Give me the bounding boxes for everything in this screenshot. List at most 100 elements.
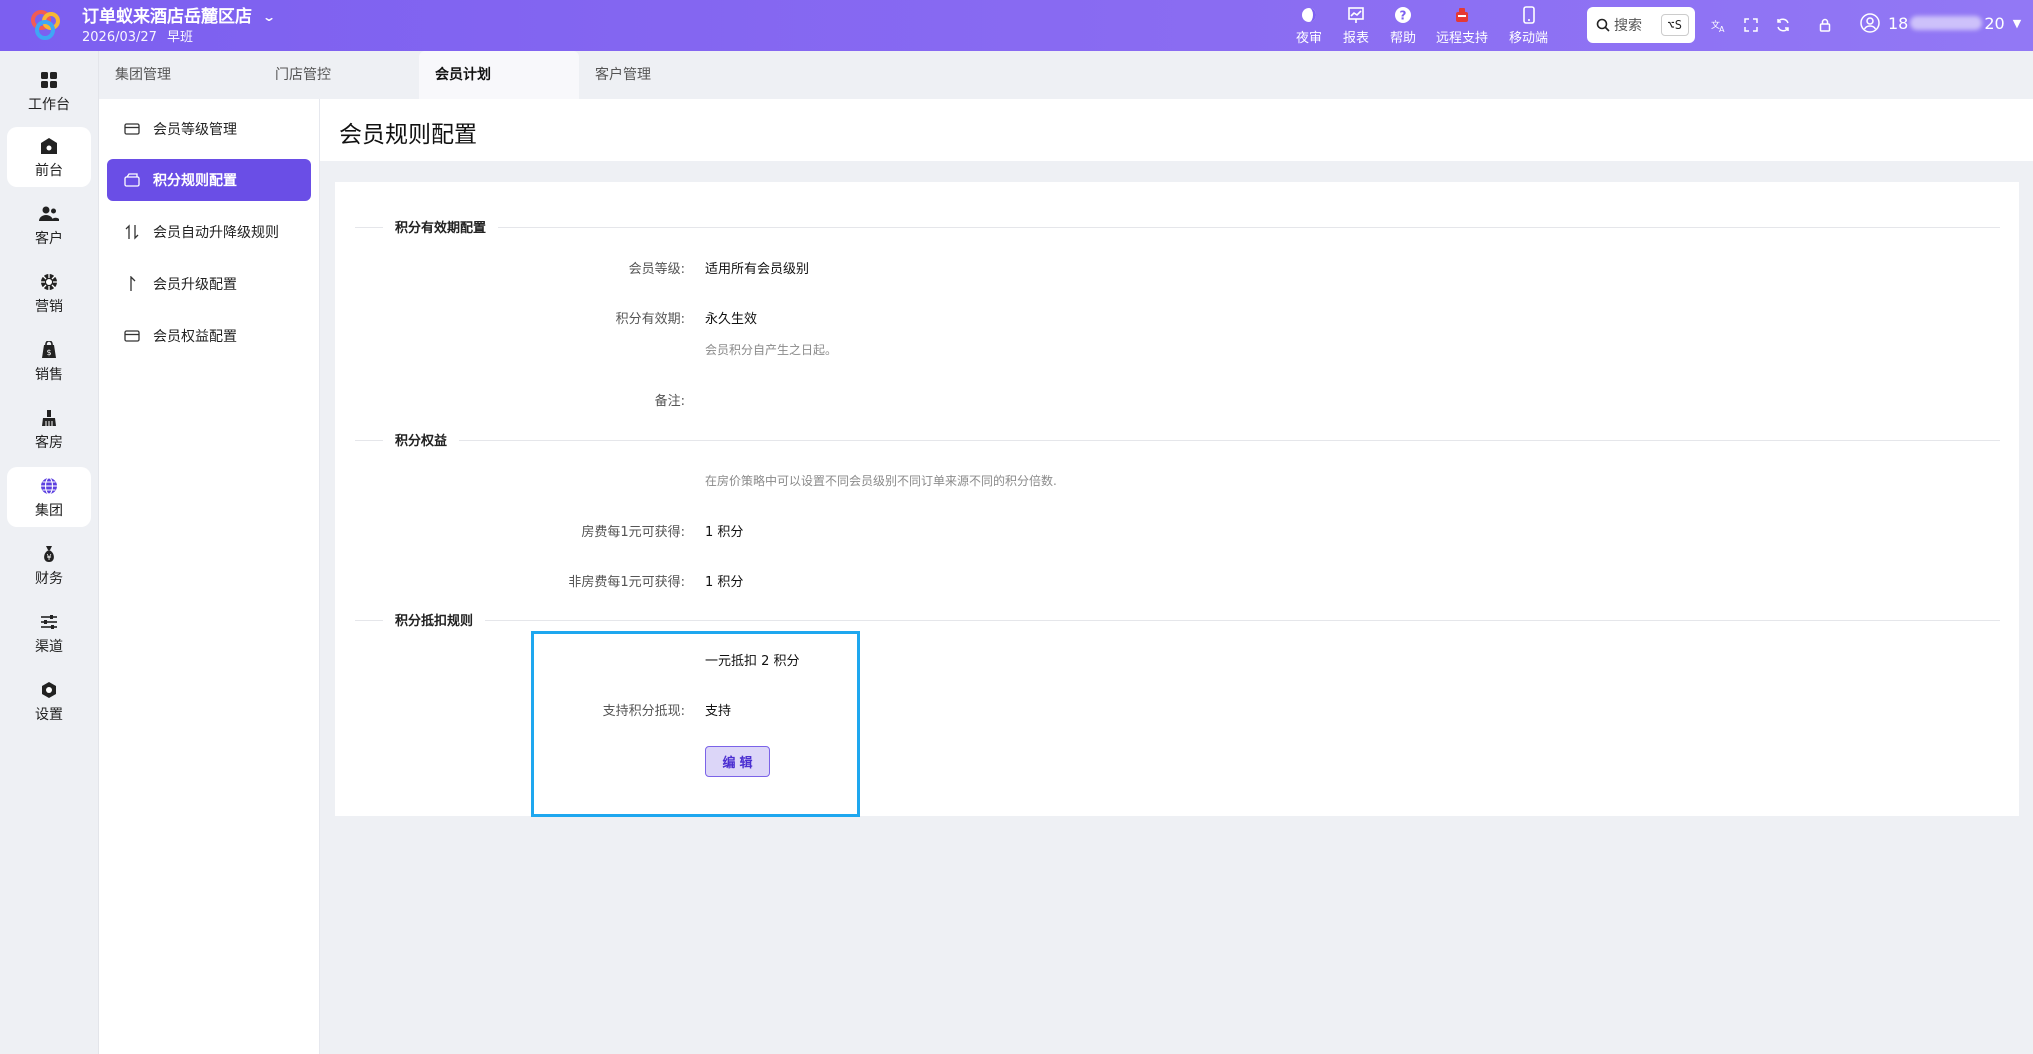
subnav-label: 会员权益配置 — [153, 329, 237, 345]
user-menu[interactable]: 18 20 ▼ — [1860, 13, 2021, 33]
search-icon — [1596, 18, 1610, 32]
nav-sales[interactable]: $ 销售 — [7, 331, 91, 391]
section-points-deduction: 积分抵扣规则 — [355, 610, 2000, 630]
nav-group[interactable]: 集团 — [7, 467, 91, 527]
points-validity-label: 积分有效期: — [615, 312, 685, 327]
section-title: 积分权益 — [383, 430, 460, 449]
user-phone-prefix: 18 — [1888, 13, 1909, 33]
up-down-icon — [123, 223, 141, 241]
help-icon: ? — [1393, 5, 1413, 25]
sub-sidebar: 会员等级管理 积分规则配置 会员自动升降级规则 会员升级配置 会员权益配置 — [99, 99, 320, 1054]
cash-deduction-value: 支持 — [705, 704, 732, 719]
section-title: 积分抵扣规则 — [383, 610, 486, 629]
points-validity-hint: 会员积分自产生之日起。 — [705, 343, 838, 357]
nav-customers[interactable]: 客户 — [7, 195, 91, 255]
nav-label: 营销 — [35, 298, 63, 315]
tab-store-control[interactable]: 门店管控 — [259, 51, 379, 99]
search-shortcut: ⌥S — [1660, 14, 1689, 36]
dashboard-icon — [38, 69, 60, 91]
chevron-down-icon: ⌄ — [261, 10, 277, 24]
subnav-points-rules[interactable]: 积分规则配置 — [107, 159, 311, 201]
tab-group-management[interactable]: 集团管理 — [99, 51, 219, 99]
redacted-phone — [1910, 16, 1983, 30]
page-header: 会员规则配置 — [320, 99, 2033, 161]
subnav-label: 积分规则配置 — [153, 173, 237, 189]
search-box[interactable]: 搜索 ⌥S — [1587, 7, 1695, 43]
section-title: 积分有效期配置 — [383, 217, 499, 236]
remote-support-button[interactable]: 远程支持 — [1436, 5, 1488, 46]
subnav-label: 会员升级配置 — [153, 277, 237, 293]
refresh-icon[interactable] — [1773, 15, 1793, 35]
subnav-auto-level-rules[interactable]: 会员自动升降级规则 — [107, 211, 311, 253]
card-icon — [123, 327, 141, 345]
moon-icon — [1299, 5, 1319, 25]
edit-button[interactable]: 编辑 — [705, 746, 770, 777]
card-icon — [123, 120, 141, 138]
chart-icon — [1346, 5, 1366, 25]
lock-icon[interactable] — [1815, 15, 1835, 35]
night-audit-button[interactable]: 夜审 — [1296, 5, 1322, 46]
app-logo-icon[interactable] — [29, 8, 63, 42]
nav-label: 工作台 — [28, 96, 70, 113]
search-label: 搜索 — [1614, 18, 1642, 34]
front-desk-icon — [38, 135, 60, 157]
nav-label: 销售 — [35, 366, 63, 383]
nav-finance[interactable]: ¥ 财务 — [7, 535, 91, 595]
tool-label: 夜审 — [1296, 31, 1323, 46]
sliders-icon — [38, 611, 60, 633]
member-level-label: 会员等级: — [628, 262, 685, 277]
tab-member-plan[interactable]: 会员计划 — [419, 51, 579, 99]
fullscreen-icon[interactable] — [1741, 15, 1761, 35]
reports-button[interactable]: 报表 — [1343, 5, 1369, 46]
top-bar: 订单蚁来酒店岳麓区店 ⌄ 2026/03/27 早班 夜审 报表 ? 帮助 远程支持… — [0, 0, 2033, 51]
avatar-icon — [1860, 13, 1880, 33]
finance-icon: ¥ — [38, 543, 60, 565]
svg-text:A: A — [1719, 25, 1725, 33]
module-tabs: 集团管理 门店管控 会员计划 客户管理 — [99, 51, 2033, 99]
shift-label: 早班 — [166, 30, 193, 45]
svg-text:¥: ¥ — [46, 553, 51, 562]
settings-icon — [38, 679, 60, 701]
tab-customer-management[interactable]: 客户管理 — [579, 51, 699, 99]
subnav-upgrade-config[interactable]: 会员升级配置 — [107, 263, 311, 305]
benefits-hint: 在房价策略中可以设置不同会员级别不同订单来源不同的积分倍数. — [705, 474, 1057, 488]
housekeeping-icon — [38, 407, 60, 429]
store-switcher[interactable]: 订单蚁来酒店岳麓区店 ⌄ 2026/03/27 早班 — [82, 6, 277, 47]
nav-front-desk[interactable]: 前台 — [7, 127, 91, 187]
nav-settings[interactable]: 设置 — [7, 671, 91, 731]
tool-label: 帮助 — [1390, 31, 1417, 46]
nav-label: 渠道 — [35, 638, 63, 655]
nav-workbench[interactable]: 工作台 — [7, 61, 91, 121]
remote-support-icon — [1452, 5, 1472, 25]
subnav-member-levels[interactable]: 会员等级管理 — [107, 108, 311, 150]
tool-label: 远程支持 — [1436, 31, 1489, 46]
section-points-validity: 积分有效期配置 — [355, 217, 2000, 237]
deduction-rate-value: 一元抵扣 2 积分 — [705, 654, 800, 669]
svg-text:$: $ — [46, 348, 51, 357]
mobile-button[interactable]: 移动端 — [1509, 5, 1548, 46]
help-button[interactable]: ? 帮助 — [1390, 5, 1416, 46]
business-date: 2026/03/27 — [82, 30, 157, 45]
nav-label: 客房 — [35, 434, 63, 451]
nav-channels[interactable]: 渠道 — [7, 603, 91, 663]
cash-deduction-label: 支持积分抵现: — [602, 704, 685, 719]
tool-label: 移动端 — [1509, 31, 1549, 46]
nav-housekeeping[interactable]: 客房 — [7, 399, 91, 459]
room-fee-label: 房费每1元可获得: — [581, 525, 685, 540]
subnav-label: 会员等级管理 — [153, 122, 237, 138]
subnav-label: 会员自动升降级规则 — [153, 225, 279, 241]
subnav-benefits-config[interactable]: 会员权益配置 — [107, 315, 311, 357]
room-fee-value: 1 积分 — [705, 525, 744, 540]
wallet-icon — [123, 171, 141, 189]
arrow-up-icon — [123, 275, 141, 293]
caret-down-icon: ▼ — [2012, 16, 2022, 30]
section-divider — [355, 227, 2000, 228]
main-sidebar: 工作台 前台 客户 营销 $ 销售 客房 集团 ¥ 财务 渠道 设置 — [0, 51, 99, 1054]
translate-icon[interactable]: 文A — [1709, 15, 1729, 35]
points-validity-value: 永久生效 — [705, 312, 758, 327]
customers-icon — [38, 203, 60, 225]
nav-label: 客户 — [35, 230, 63, 247]
nav-marketing[interactable]: 营销 — [7, 263, 91, 323]
marketing-icon — [38, 271, 60, 293]
mobile-icon — [1519, 5, 1539, 25]
